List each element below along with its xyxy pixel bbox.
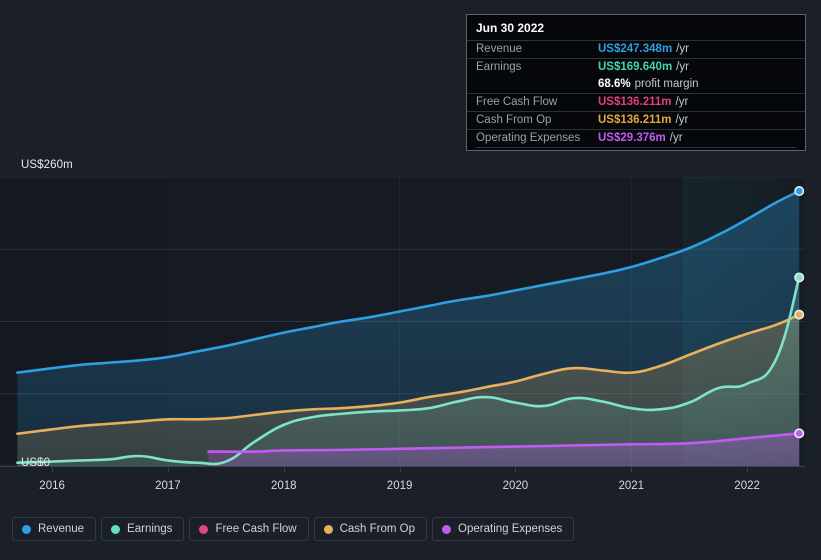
tooltip-profit-margin-value: 68.6% [598, 77, 631, 90]
tooltip-row-unit: /yr [675, 114, 689, 126]
x-axis-tick-label: 2020 [502, 480, 529, 492]
chart-tooltip: Jun 30 2022 Revenue US$247.348m/yr Earning… [466, 14, 806, 151]
x-axis-tick-label: 2017 [155, 480, 181, 492]
tooltip-row-unit: /yr [669, 132, 683, 144]
x-axis: 2016 2017 2018 2019 2020 2021 2022 [0, 466, 821, 506]
legend-item-label: Cash From Op [339, 523, 416, 535]
legend-item-label: Revenue [38, 523, 85, 535]
tooltip-row: Free Cash Flow US$136.211m/yr [467, 93, 805, 111]
endpoint-marker-revenue[interactable] [794, 186, 805, 197]
tooltip-row: Revenue US$247.348m/yr [467, 40, 805, 58]
legend-item-label: Earnings [127, 523, 173, 535]
legend-color-dot-icon [199, 524, 209, 534]
legend-color-dot-icon [111, 524, 121, 534]
tooltip-row-unit: /yr [675, 96, 689, 108]
x-axis-tick-mark [167, 466, 169, 472]
tooltip-row-label: Free Cash Flow [476, 96, 558, 108]
tooltip-profit-margin-label: profit margin [634, 77, 699, 90]
chart-screenshot: US$260m US$0 2016 2017 2018 2019 2020 2021 202… [0, 0, 821, 560]
legend-item-revenue[interactable]: Revenue [12, 517, 97, 541]
tooltip-row-label: Cash From Op [476, 114, 552, 126]
legend-item-free-cash-flow[interactable]: Free Cash Flow [189, 517, 309, 541]
legend-item-cash-from-op[interactable]: Cash From Op [313, 517, 428, 541]
endpoint-marker-cash-from-op[interactable] [794, 309, 805, 320]
tooltip-row-value: US$136.211m [598, 96, 672, 108]
legend-color-dot-icon [22, 524, 31, 534]
tooltip-row: Cash From Op US$136.211m/yr [467, 111, 805, 129]
x-axis-tick-mark [747, 466, 749, 472]
x-axis-tick-mark [399, 466, 401, 472]
legend-item-label: Operating Expenses [458, 523, 563, 535]
x-axis-tick-mark [515, 466, 517, 472]
endpoint-marker-earnings[interactable] [794, 272, 805, 283]
x-axis-tick-label: 2022 [734, 480, 760, 492]
legend-item-operating-expenses[interactable]: Operating Expenses [432, 517, 575, 541]
tooltip-row-value: US$136.211m [598, 114, 672, 126]
tooltip-date: Jun 30 2022 [476, 21, 545, 35]
x-axis-tick-label: 2016 [39, 480, 65, 492]
y-axis-top-label: US$260m [21, 159, 73, 171]
tooltip-bottom-divider [476, 147, 796, 148]
tooltip-row-label: Earnings [476, 61, 522, 73]
x-axis-tick-mark [631, 466, 633, 472]
tooltip-row-unit: /yr [676, 43, 689, 55]
x-axis-tick-mark [283, 466, 285, 472]
tooltip-row: Earnings US$169.640m/yr [467, 58, 805, 76]
chart-legend: Revenue Earnings Free Cash Flow Cash From O… [12, 517, 575, 541]
legend-color-dot-icon [442, 524, 452, 534]
x-axis-tick-label: 2019 [386, 480, 413, 492]
tooltip-row-unit: /yr [676, 61, 689, 73]
tooltip-rows: Revenue US$247.348m/yr Earnings US$169.640m… [467, 40, 805, 148]
x-axis-tick-label: 2021 [618, 480, 645, 492]
legend-color-dot-icon [323, 524, 333, 534]
tooltip-row-label: Operating Expenses [476, 132, 581, 144]
chart-series-svg [0, 177, 805, 466]
tooltip-row-value: US$247.348m [598, 43, 673, 55]
x-axis-tick-label: 2018 [271, 480, 297, 492]
tooltip-profit-margin-row: 68.6% profit margin [467, 76, 805, 93]
endpoint-marker-operating-expenses[interactable] [794, 428, 805, 439]
legend-item-label: Free Cash Flow [215, 523, 297, 535]
tooltip-row-value: US$29.376m [598, 132, 666, 144]
legend-item-earnings[interactable]: Earnings [101, 517, 185, 541]
tooltip-row: Operating Expenses US$29.376m/yr [467, 129, 805, 147]
chart-plot-area [0, 177, 821, 466]
tooltip-row-value: US$169.640m [598, 61, 673, 73]
x-axis-line [0, 466, 805, 467]
x-axis-tick-mark [52, 466, 54, 472]
tooltip-row-label: Revenue [476, 43, 523, 55]
